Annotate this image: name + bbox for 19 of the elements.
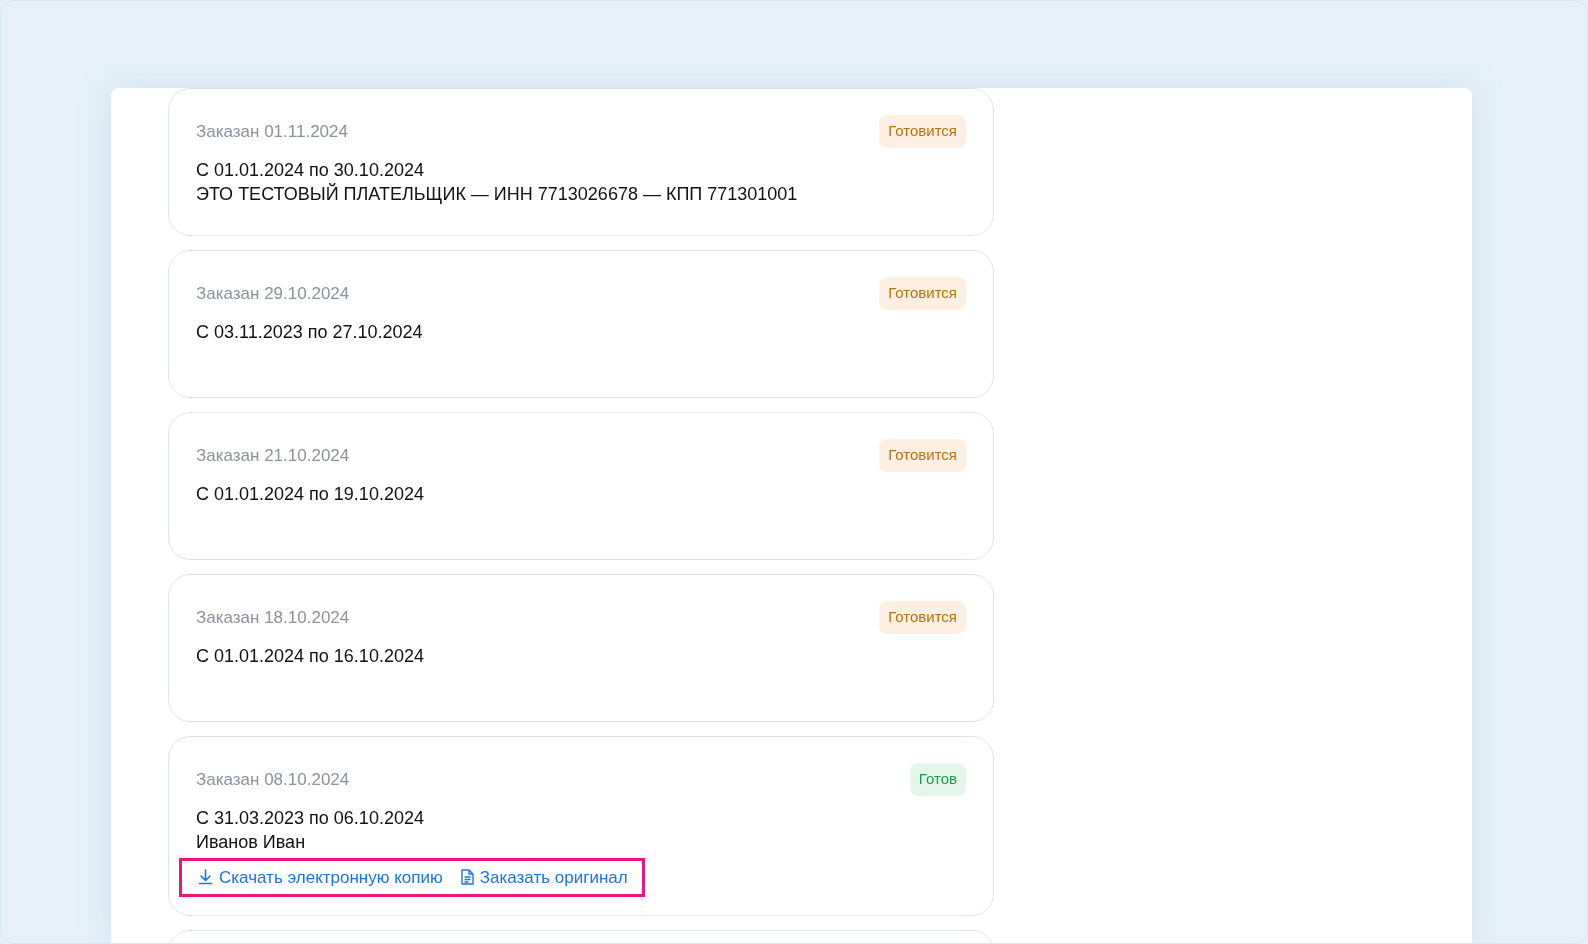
order-original-link[interactable]: Заказать оригинал xyxy=(460,864,628,890)
order-detail: Иванов Иван xyxy=(196,830,307,854)
order-detail: С 01.01.2024 по 16.10.2024 xyxy=(196,644,425,668)
order-detail: С 03.11.2023 по 27.10.2024 xyxy=(196,320,424,344)
order-date: Заказан 29.10.2024 xyxy=(196,282,350,305)
status-badge: Готовится xyxy=(879,439,966,472)
order-date: Заказан 18.10.2024 xyxy=(196,606,350,629)
order-detail: С 01.01.2024 по 30.10.2024 xyxy=(196,158,425,182)
order-date: Заказан 01.11.2024 xyxy=(196,120,348,143)
order-date: Заказан 21.10.2024 xyxy=(196,444,350,467)
status-badge: Готовится xyxy=(879,277,966,310)
status-badge: Готовится xyxy=(879,601,966,634)
order-detail: С 01.01.2024 по 19.10.2024 xyxy=(196,482,425,506)
status-badge: Готов xyxy=(909,763,966,796)
order-detail: С 31.03.2023 по 06.10.2024 xyxy=(196,806,425,830)
order-detail: ЭТО ТЕСТОВЫЙ ПЛАТЕЛЬЩИК — ИНН 7713026678 — КПП 771301001 xyxy=(196,182,799,206)
status-badge: Готовится xyxy=(879,115,966,148)
download-link[interactable]: Скачать электронную копию xyxy=(198,864,443,890)
order-date: Заказан 08.10.2024 xyxy=(196,768,350,791)
